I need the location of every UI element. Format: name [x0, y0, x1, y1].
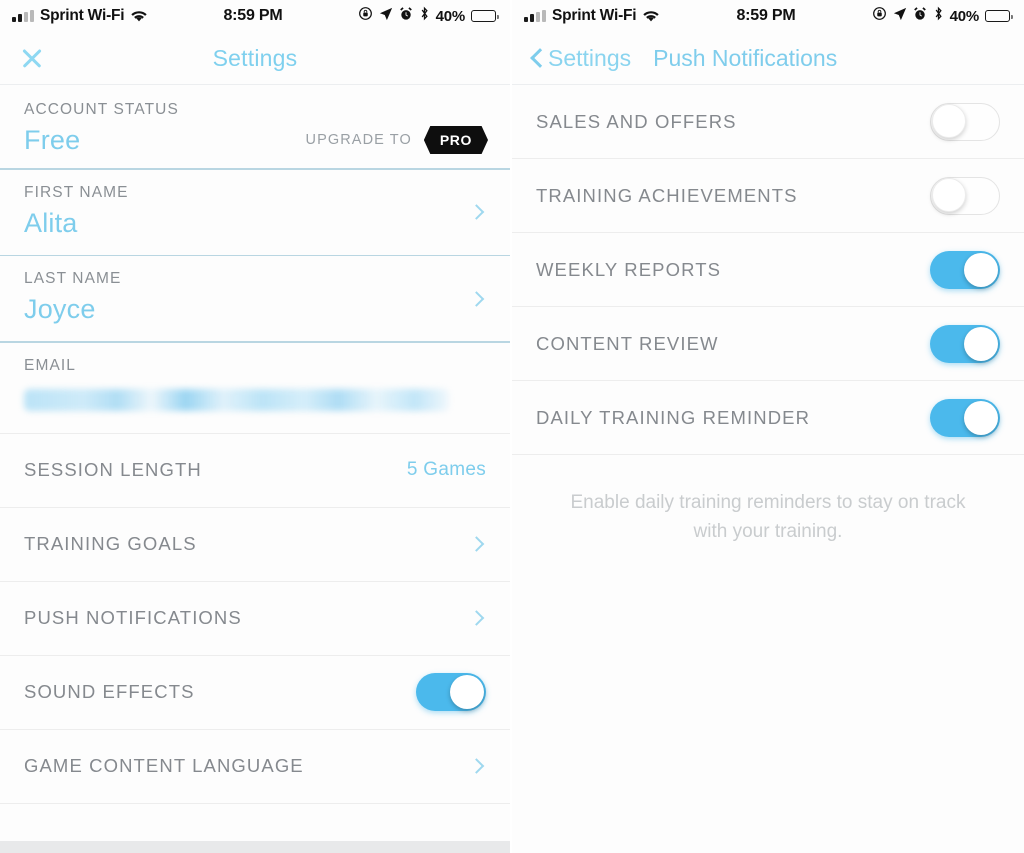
- first-name-value: Alita: [24, 207, 78, 238]
- content-review-label: CONTENT REVIEW: [536, 332, 719, 354]
- battery-icon: [471, 10, 499, 22]
- training-goals-label: TRAINING GOALS: [24, 533, 197, 555]
- content-review-toggle[interactable]: [930, 324, 1000, 363]
- weekly-reports-row[interactable]: WEEKLY REPORTS: [512, 233, 1024, 306]
- account-status-row: ACCOUNT STATUS Free UPGRADE TO PRO: [0, 85, 510, 168]
- rotation-lock-icon: [872, 6, 887, 26]
- push-notifications-screen: Sprint Wi-Fi 8:59 PM 40% Settings Push N…: [512, 0, 1024, 853]
- back-button[interactable]: Settings: [530, 45, 631, 72]
- clock-label: 8:59 PM: [223, 7, 283, 24]
- dual-screenshot: Sprint Wi-Fi 8:59 PM 40% Settings ACCOUN…: [0, 0, 1024, 853]
- list-spacer: [0, 803, 510, 841]
- session-length-label: SESSION LENGTH: [24, 459, 202, 481]
- chevron-right-icon: [468, 758, 485, 775]
- wifi-icon: [642, 9, 660, 23]
- pro-badge: PRO: [423, 126, 488, 154]
- session-length-row[interactable]: SESSION LENGTH 5 Games: [0, 434, 510, 507]
- game-content-language-label: GAME CONTENT LANGUAGE: [24, 755, 304, 777]
- training-goals-row[interactable]: TRAINING GOALS: [0, 508, 510, 581]
- upgrade-to-pro-button[interactable]: UPGRADE TO PRO: [305, 126, 488, 154]
- clock-label: 8:59 PM: [736, 7, 796, 24]
- last-name-value: Joyce: [24, 294, 96, 325]
- alarm-clock-icon: [913, 6, 927, 26]
- signal-bars-icon: [12, 10, 34, 22]
- sales-and-offers-toggle[interactable]: [930, 102, 1000, 141]
- email-value-redacted: [24, 388, 450, 411]
- session-length-value: 5 Games: [406, 459, 486, 481]
- upgrade-label: UPGRADE TO: [305, 132, 412, 148]
- daily-training-reminder-row[interactable]: DAILY TRAINING REMINDER: [512, 381, 1024, 454]
- page-title: Push Notifications: [653, 44, 838, 71]
- chevron-right-icon: [468, 536, 485, 553]
- wifi-icon: [130, 9, 148, 23]
- battery-percent-label: 40%: [949, 7, 980, 25]
- last-name-label: LAST NAME: [24, 270, 122, 288]
- last-name-row[interactable]: LAST NAME Joyce: [0, 256, 510, 341]
- bluetooth-icon: [419, 6, 430, 26]
- battery-percent-label: 40%: [435, 7, 466, 25]
- training-achievements-label: TRAINING ACHIEVEMENTS: [536, 184, 798, 206]
- game-content-language-row[interactable]: GAME CONTENT LANGUAGE: [0, 730, 510, 803]
- daily-training-reminder-toggle[interactable]: [930, 398, 1000, 437]
- nav-bar-push-notifications: Settings Push Notifications: [512, 32, 1024, 84]
- account-status-label: ACCOUNT STATUS: [24, 101, 179, 118]
- carrier-label: Sprint Wi-Fi: [552, 7, 637, 24]
- battery-icon: [985, 10, 1013, 22]
- list-spacer: [512, 546, 1024, 853]
- email-label: EMAIL: [24, 356, 77, 374]
- bluetooth-icon: [933, 6, 944, 26]
- content-review-row[interactable]: CONTENT REVIEW: [512, 307, 1024, 380]
- status-bar-right: Sprint Wi-Fi 8:59 PM 40%: [512, 0, 1024, 32]
- push-notifications-row[interactable]: PUSH NOTIFICATIONS: [0, 582, 510, 655]
- back-chevron-icon: [530, 47, 544, 69]
- push-notifications-label: PUSH NOTIFICATIONS: [24, 607, 242, 629]
- carrier-label: Sprint Wi-Fi: [40, 7, 125, 24]
- first-name-label: FIRST NAME: [24, 183, 129, 201]
- chevron-right-icon: [468, 610, 485, 627]
- location-arrow-icon: [893, 7, 907, 26]
- footer-note: Enable daily training reminders to stay …: [570, 492, 966, 542]
- daily-training-reminder-label: DAILY TRAINING REMINDER: [536, 406, 811, 428]
- alarm-clock-icon: [399, 6, 413, 26]
- sound-effects-label: SOUND EFFECTS: [24, 681, 195, 703]
- signal-bars-icon: [524, 10, 546, 22]
- status-bar-left: Sprint Wi-Fi 8:59 PM 40%: [0, 0, 510, 32]
- training-achievements-toggle[interactable]: [930, 176, 1000, 215]
- sound-effects-row[interactable]: SOUND EFFECTS: [0, 656, 510, 729]
- nav-bar-settings: Settings: [0, 32, 510, 84]
- location-arrow-icon: [379, 7, 393, 26]
- weekly-reports-label: WEEKLY REPORTS: [536, 258, 722, 280]
- sales-and-offers-label: SALES AND OFFERS: [536, 110, 737, 132]
- rotation-lock-icon: [358, 6, 373, 26]
- training-achievements-row[interactable]: TRAINING ACHIEVEMENTS: [512, 159, 1024, 232]
- settings-screen: Sprint Wi-Fi 8:59 PM 40% Settings ACCOUN…: [0, 0, 512, 853]
- sales-and-offers-row[interactable]: SALES AND OFFERS: [512, 85, 1024, 158]
- page-title: Settings: [212, 44, 298, 71]
- sound-effects-toggle[interactable]: [416, 673, 486, 712]
- first-name-row[interactable]: FIRST NAME Alita: [0, 170, 510, 255]
- bottom-strip: [0, 841, 510, 853]
- weekly-reports-toggle[interactable]: [930, 250, 1000, 289]
- back-label: Settings: [548, 44, 632, 71]
- email-row[interactable]: EMAIL: [0, 343, 510, 433]
